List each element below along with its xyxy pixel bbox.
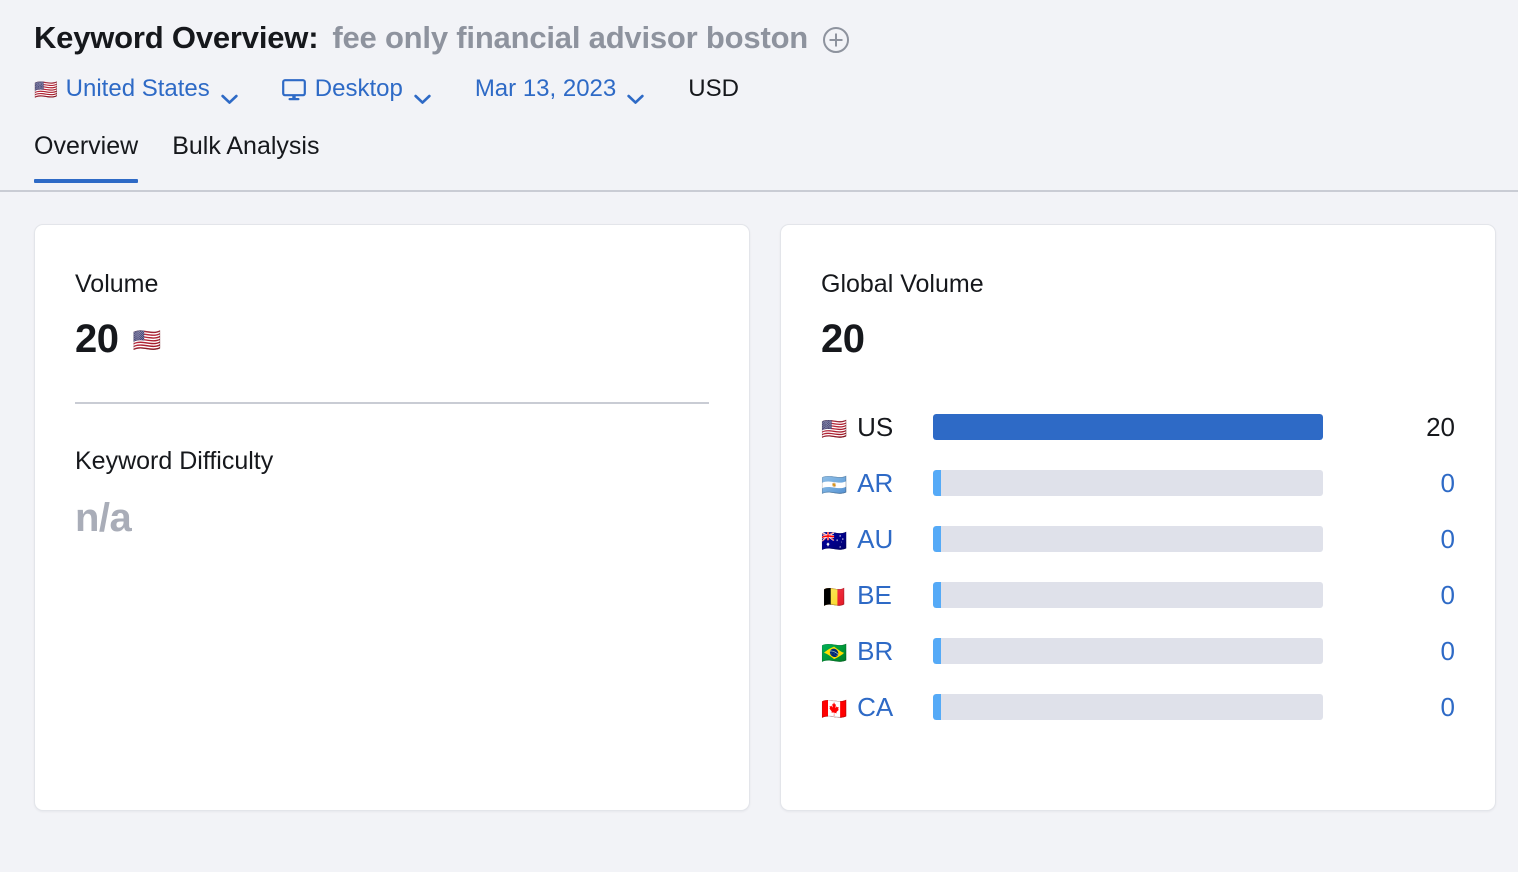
country-flag-code: 🇧🇪 BE	[821, 580, 933, 611]
country-volume-list: 🇺🇸 US 20 🇦🇷 AR 0 🇦🇺 AU 0 🇧🇪 BE 0 🇧🇷 BR 0 🇨🇦 CA 0	[821, 399, 1455, 735]
country-row[interactable]: 🇧🇷 BR 0	[821, 623, 1455, 679]
country-code-label[interactable]: AU	[857, 524, 893, 555]
volume-value: 20	[75, 317, 119, 361]
tabs: Overview Bulk Analysis	[0, 132, 1518, 190]
bar-track	[933, 694, 1323, 720]
plus-circle-icon[interactable]	[822, 26, 850, 54]
currency-text: USD	[688, 75, 739, 102]
country-code-label[interactable]: BE	[857, 580, 892, 611]
bar-stub	[933, 694, 941, 720]
country-row[interactable]: 🇦🇺 AU 0	[821, 511, 1455, 567]
monitor-icon	[281, 79, 306, 101]
us-flag-icon: 🇺🇸	[34, 78, 58, 101]
country-flag-code: 🇨🇦 CA	[821, 692, 933, 723]
au-flag-icon: 🇦🇺	[821, 528, 848, 553]
global-volume-value: 20	[821, 317, 865, 361]
keyword-text: fee only financial advisor boston	[332, 20, 809, 55]
bar-fill	[933, 414, 1323, 440]
volume-value-row: 20 🇺🇸	[75, 319, 709, 359]
country-volume-value[interactable]: 0	[1323, 524, 1455, 555]
device-selector[interactable]: Desktop	[281, 75, 431, 104]
page-header: Keyword Overview: fee only financial adv…	[0, 0, 1518, 110]
card-divider	[75, 402, 709, 404]
country-code-label: US	[857, 411, 894, 442]
device-selector-label: Desktop	[314, 75, 403, 102]
country-code-label[interactable]: CA	[857, 692, 893, 723]
bar-track	[933, 414, 1323, 440]
global-volume-card: Global Volume 20 🇺🇸 US 20 🇦🇷 AR 0 🇦🇺 AU 0 🇧🇪 BE 0 🇧🇷…	[780, 224, 1496, 811]
tab-overview[interactable]: Overview	[34, 132, 139, 183]
currency-label: USD	[688, 75, 739, 103]
country-code-label[interactable]: BR	[857, 636, 893, 667]
filter-row: 🇺🇸 United States Desktop Mar 13, 2023 US…	[34, 68, 1518, 110]
bar-stub	[933, 638, 941, 664]
ar-flag-icon: 🇦🇷	[821, 472, 848, 497]
country-row[interactable]: 🇧🇪 BE 0	[821, 567, 1455, 623]
date-selector-label: Mar 13, 2023	[474, 75, 617, 102]
country-volume-value: 20	[1426, 411, 1455, 442]
country-flag-code: 🇧🇷 BR	[821, 636, 933, 667]
page-title: Keyword Overview:	[34, 20, 319, 55]
ca-flag-icon: 🇨🇦	[821, 696, 848, 721]
volume-label: Volume	[75, 270, 159, 298]
title-row: Keyword Overview: fee only financial adv…	[34, 14, 1518, 62]
bar-track	[933, 638, 1323, 664]
keyword-difficulty-value: n/a	[75, 496, 132, 540]
tabs-container: Overview Bulk Analysis	[0, 132, 1518, 192]
country-volume-value[interactable]: 0	[1323, 580, 1455, 611]
cards-container: Volume 20 🇺🇸 Keyword Difficulty n/a Glob…	[0, 192, 1518, 811]
bar-track	[933, 470, 1323, 496]
country-volume-value[interactable]: 0	[1323, 636, 1455, 667]
tab-bulk-analysis-label: Bulk Analysis	[172, 132, 320, 160]
keyword-difficulty-label: Keyword Difficulty	[75, 447, 274, 475]
country-code-label[interactable]: AR	[857, 468, 893, 499]
tab-overview-label: Overview	[34, 132, 139, 160]
country-volume-value[interactable]: 0	[1323, 692, 1455, 723]
chevron-down-icon	[414, 84, 431, 104]
bar-track	[933, 526, 1323, 552]
bar-track	[933, 582, 1323, 608]
country-row[interactable]: 🇨🇦 CA 0	[821, 679, 1455, 735]
date-selector[interactable]: Mar 13, 2023	[474, 75, 644, 104]
global-volume-label: Global Volume	[821, 270, 984, 298]
bar-stub	[933, 582, 941, 608]
country-row[interactable]: 🇺🇸 US 20	[821, 399, 1455, 455]
chevron-down-icon	[221, 84, 238, 104]
volume-card: Volume 20 🇺🇸 Keyword Difficulty n/a	[34, 224, 750, 811]
global-volume-value-row: 20	[821, 319, 1455, 359]
country-volume-value[interactable]: 0	[1323, 468, 1455, 499]
bar-stub	[933, 526, 941, 552]
bar-stub	[933, 470, 941, 496]
country-selector[interactable]: 🇺🇸 United States	[34, 75, 238, 104]
country-flag-code: 🇦🇷 AR	[821, 468, 933, 499]
country-row[interactable]: 🇦🇷 AR 0	[821, 455, 1455, 511]
tabs-divider	[0, 190, 1518, 192]
country-selector-label: United States	[65, 75, 210, 102]
br-flag-icon: 🇧🇷	[821, 640, 848, 665]
tab-bulk-analysis[interactable]: Bulk Analysis	[172, 132, 319, 183]
chevron-down-icon	[627, 84, 644, 104]
us-flag-icon: 🇺🇸	[132, 327, 162, 354]
country-flag-code: 🇺🇸 US	[821, 412, 933, 443]
us-flag-icon: 🇺🇸	[821, 416, 848, 441]
be-flag-icon: 🇧🇪	[821, 584, 848, 609]
country-flag-code: 🇦🇺 AU	[821, 524, 933, 555]
